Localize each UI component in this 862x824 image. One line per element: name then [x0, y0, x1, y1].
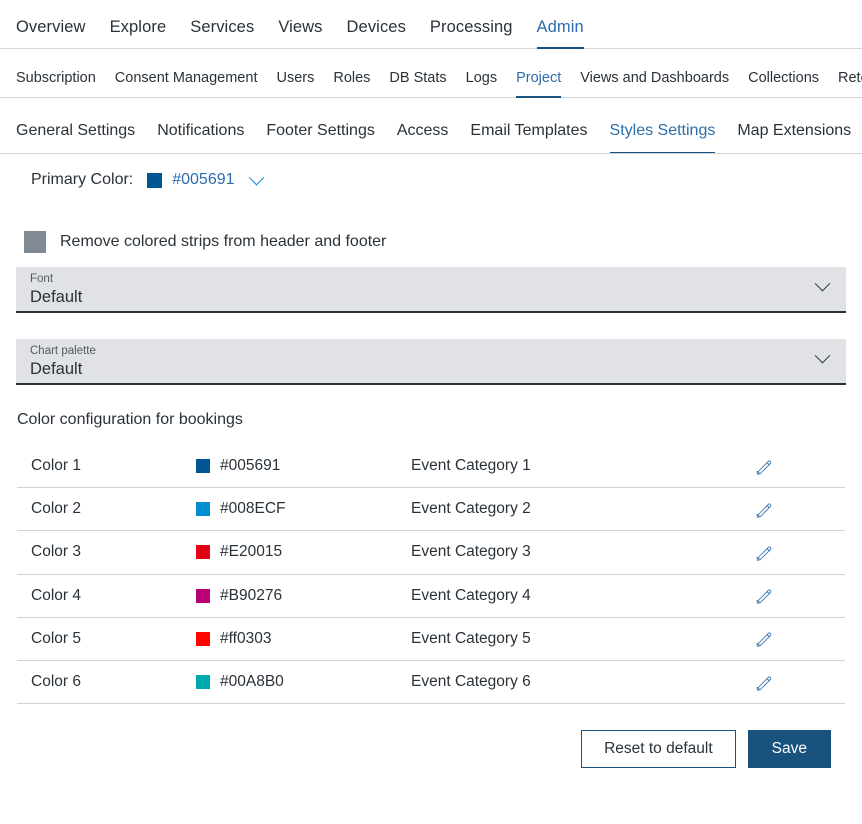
- color-hex-value: #ff0303: [220, 630, 271, 648]
- primary-color-value[interactable]: #005691: [172, 171, 234, 189]
- edit-cell[interactable]: [745, 457, 845, 476]
- color-value-cell: #E20015: [196, 543, 411, 561]
- secondary-navigation: Subscription Consent Management Users Roles…: [0, 49, 862, 98]
- event-category-cell: Event Category 2: [411, 500, 745, 518]
- pencil-icon[interactable]: [754, 457, 773, 476]
- primary-color-row: Primary Color: #005691: [16, 154, 846, 206]
- table-row: Color 5 #ff0303 Event Category 5: [17, 618, 845, 661]
- subnav-item-roles[interactable]: Roles: [333, 70, 370, 97]
- color-swatch[interactable]: [196, 459, 210, 473]
- subnav-item-collections[interactable]: Collections: [748, 70, 819, 97]
- color-hex-value: #B90276: [220, 587, 282, 605]
- subnav-item-logs[interactable]: Logs: [466, 70, 497, 97]
- color-swatch[interactable]: [196, 502, 210, 516]
- remove-colored-strips-label: Remove colored strips from header and fo…: [60, 233, 386, 251]
- reset-to-default-button[interactable]: Reset to default: [581, 730, 736, 768]
- color-swatch[interactable]: [196, 675, 210, 689]
- primary-color-label: Primary Color:: [31, 171, 133, 189]
- table-row: Color 3 #E20015 Event Category 3: [17, 531, 845, 574]
- remove-colored-strips-checkbox[interactable]: [24, 231, 46, 253]
- footer-actions: Reset to default Save: [16, 730, 846, 768]
- event-category-cell: Event Category 4: [411, 587, 745, 605]
- chevron-down-icon[interactable]: [248, 169, 264, 185]
- color-name-cell: Color 3: [31, 543, 196, 561]
- edit-cell[interactable]: [745, 629, 845, 648]
- pencil-icon[interactable]: [754, 543, 773, 562]
- tab-footer-settings[interactable]: Footer Settings: [266, 122, 375, 153]
- event-category-cell: Event Category 6: [411, 673, 745, 691]
- color-configuration-table: Color 1 #005691 Event Category 1 Color 2 #00…: [17, 445, 845, 704]
- tab-notifications[interactable]: Notifications: [157, 122, 244, 153]
- subnav-item-subscription[interactable]: Subscription: [16, 70, 96, 97]
- subnav-item-users[interactable]: Users: [276, 70, 314, 97]
- primary-color-swatch[interactable]: [147, 173, 162, 188]
- color-swatch[interactable]: [196, 632, 210, 646]
- nav-item-processing[interactable]: Processing: [430, 18, 513, 48]
- tertiary-navigation: General Settings Notifications Footer Sett…: [0, 98, 862, 154]
- select-fields-group: FontDefaultChart paletteDefault: [16, 267, 846, 385]
- select-value: Default: [30, 286, 832, 308]
- subnav-item-views-and-dashboards[interactable]: Views and Dashboards: [580, 70, 729, 97]
- color-swatch[interactable]: [196, 545, 210, 559]
- edit-cell[interactable]: [745, 673, 845, 692]
- pencil-icon[interactable]: [754, 500, 773, 519]
- table-row: Color 4 #B90276 Event Category 4: [17, 575, 845, 618]
- color-hex-value: #008ECF: [220, 500, 285, 518]
- subnav-item-retention[interactable]: Retention: [838, 70, 862, 97]
- color-value-cell: #00A8B0: [196, 673, 411, 691]
- edit-cell[interactable]: [745, 543, 845, 562]
- tab-email-templates[interactable]: Email Templates: [470, 122, 587, 153]
- edit-cell[interactable]: [745, 586, 845, 605]
- color-name-cell: Color 5: [31, 630, 196, 648]
- tab-general-settings[interactable]: General Settings: [16, 122, 135, 153]
- nav-item-views[interactable]: Views: [278, 18, 322, 48]
- nav-item-overview[interactable]: Overview: [16, 18, 86, 48]
- table-row: Color 2 #008ECF Event Category 2: [17, 488, 845, 531]
- color-value-cell: #ff0303: [196, 630, 411, 648]
- tab-styles-settings[interactable]: Styles Settings: [610, 122, 716, 153]
- edit-cell[interactable]: [745, 500, 845, 519]
- color-swatch[interactable]: [196, 589, 210, 603]
- tab-access[interactable]: Access: [397, 122, 449, 153]
- select-label: Font: [30, 272, 832, 286]
- table-row: Color 1 #005691 Event Category 1: [17, 445, 845, 488]
- color-value-cell: #005691: [196, 457, 411, 475]
- tab-map-extensions[interactable]: Map Extensions: [737, 122, 851, 153]
- select-font[interactable]: FontDefault: [16, 267, 846, 313]
- remove-colored-strips-row[interactable]: Remove colored strips from header and fo…: [16, 217, 846, 267]
- color-config-title: Color configuration for bookings: [17, 411, 846, 429]
- pencil-icon[interactable]: [754, 629, 773, 648]
- subnav-item-consent-management[interactable]: Consent Management: [115, 70, 258, 97]
- styles-settings-panel: Primary Color: #005691 Remove colored st…: [0, 154, 862, 768]
- select-label: Chart palette: [30, 344, 832, 358]
- nav-item-explore[interactable]: Explore: [110, 18, 167, 48]
- color-name-cell: Color 2: [31, 500, 196, 518]
- color-hex-value: #00A8B0: [220, 673, 284, 691]
- color-name-cell: Color 1: [31, 457, 196, 475]
- color-value-cell: #B90276: [196, 587, 411, 605]
- color-hex-value: #005691: [220, 457, 280, 475]
- subnav-item-db-stats[interactable]: DB Stats: [389, 70, 446, 97]
- pencil-icon[interactable]: [754, 586, 773, 605]
- subnav-item-project[interactable]: Project: [516, 70, 561, 97]
- color-hex-value: #E20015: [220, 543, 282, 561]
- event-category-cell: Event Category 1: [411, 457, 745, 475]
- nav-item-services[interactable]: Services: [190, 18, 254, 48]
- color-name-cell: Color 6: [31, 673, 196, 691]
- table-row: Color 6 #00A8B0 Event Category 6: [17, 661, 845, 704]
- color-name-cell: Color 4: [31, 587, 196, 605]
- pencil-icon[interactable]: [754, 673, 773, 692]
- color-value-cell: #008ECF: [196, 500, 411, 518]
- select-chart-palette[interactable]: Chart paletteDefault: [16, 339, 846, 385]
- nav-item-admin[interactable]: Admin: [537, 18, 584, 48]
- primary-navigation: Overview Explore Services Views Devices Proce…: [0, 0, 862, 49]
- nav-item-devices[interactable]: Devices: [347, 18, 406, 48]
- event-category-cell: Event Category 5: [411, 630, 745, 648]
- save-button[interactable]: Save: [748, 730, 831, 768]
- select-value: Default: [30, 358, 832, 380]
- event-category-cell: Event Category 3: [411, 543, 745, 561]
